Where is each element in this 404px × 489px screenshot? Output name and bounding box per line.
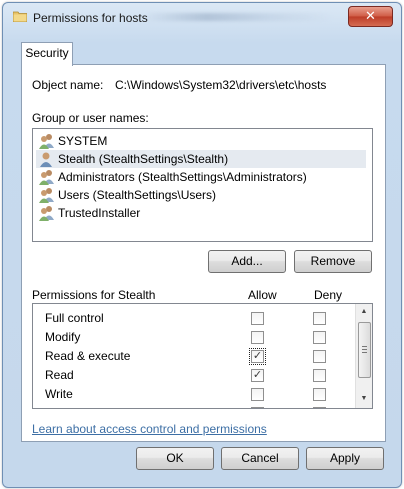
- deny-checkbox-full-control[interactable]: [313, 312, 326, 325]
- blurred-title-text: [143, 13, 333, 21]
- list-item-users[interactable]: Users (StealthSettings\Users): [36, 186, 366, 204]
- list-item-trustedinstaller[interactable]: TrustedInstaller: [36, 204, 366, 222]
- list-item-administrators[interactable]: Administrators (StealthSettings\Administ…: [36, 168, 366, 186]
- remove-button[interactable]: Remove: [294, 250, 372, 273]
- permission-row-read: Read ✓: [33, 366, 353, 385]
- permissions-list[interactable]: Full control Modify Read & execute ✓ Rea…: [32, 303, 373, 409]
- window-title: Permissions for hosts: [33, 11, 148, 25]
- deny-checkbox-read[interactable]: [313, 369, 326, 382]
- group-icon: [39, 134, 54, 149]
- scroll-up-arrow-icon[interactable]: ▲: [356, 305, 372, 319]
- object-name-value: C:\Windows\System32\drivers\etc\hosts: [115, 78, 327, 92]
- allow-checkbox-partial[interactable]: [251, 407, 264, 408]
- allow-checkbox-write[interactable]: [251, 388, 264, 401]
- folder-icon: [13, 11, 27, 22]
- allow-checkbox-modify[interactable]: [251, 331, 264, 344]
- deny-column-header: Deny: [314, 288, 343, 302]
- permission-row-partial: [33, 404, 353, 408]
- user-icon: [40, 152, 52, 167]
- permission-row-modify: Modify: [33, 328, 353, 347]
- scrollbar-thumb[interactable]: [358, 322, 371, 378]
- group-names-label: Group or user names:: [32, 111, 149, 125]
- allow-checkbox-read[interactable]: ✓: [251, 369, 264, 382]
- permission-row-read-execute: Read & execute ✓: [33, 347, 353, 366]
- object-name-label: Object name:: [32, 78, 104, 92]
- apply-button[interactable]: Apply: [306, 447, 384, 470]
- permissions-header: Permissions for Stealth: [32, 288, 156, 302]
- permission-row-full-control: Full control: [33, 309, 353, 328]
- group-icon: [39, 188, 54, 203]
- deny-checkbox-write[interactable]: [313, 388, 326, 401]
- scroll-down-arrow-icon[interactable]: ▼: [356, 392, 372, 406]
- list-item-system[interactable]: SYSTEM: [36, 132, 366, 150]
- allow-checkbox-full-control[interactable]: [251, 312, 264, 325]
- group-user-list[interactable]: SYSTEM Stealth (StealthSettings\Stealth)…: [32, 128, 373, 242]
- checkmark-icon: ✓: [252, 350, 263, 362]
- cancel-button[interactable]: Cancel: [221, 447, 299, 470]
- allow-checkbox-read-execute[interactable]: ✓: [249, 348, 266, 365]
- group-icon: [39, 170, 54, 185]
- allow-column-header: Allow: [248, 288, 277, 302]
- close-button[interactable]: ✕: [348, 6, 393, 27]
- deny-checkbox-read-execute[interactable]: [313, 350, 326, 363]
- security-tab-panel: Object name: C:\Windows\System32\drivers…: [21, 64, 386, 442]
- tab-security[interactable]: Security: [21, 42, 73, 66]
- permission-row-write: Write: [33, 385, 353, 404]
- permissions-scrollbar[interactable]: ▲ ▼: [355, 304, 372, 408]
- learn-about-access-control-link[interactable]: Learn about access control and permissio…: [32, 422, 267, 436]
- group-icon: [39, 206, 54, 221]
- list-item-stealth[interactable]: Stealth (StealthSettings\Stealth): [36, 150, 366, 168]
- deny-checkbox-modify[interactable]: [313, 331, 326, 344]
- add-button[interactable]: Add...: [208, 250, 286, 273]
- checkmark-icon: ✓: [252, 369, 263, 381]
- permissions-dialog: Permissions for hosts ✕ Security Object …: [2, 2, 402, 488]
- close-icon: ✕: [365, 8, 376, 23]
- title-bar[interactable]: Permissions for hosts ✕: [3, 3, 401, 33]
- ok-button[interactable]: OK: [136, 447, 214, 470]
- deny-checkbox-partial[interactable]: [313, 407, 326, 408]
